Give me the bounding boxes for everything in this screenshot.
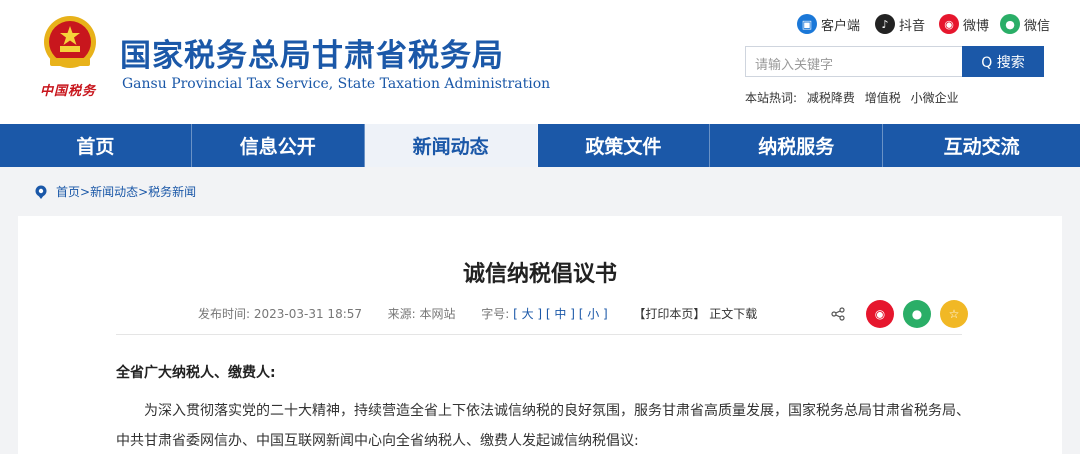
main-nav: 首页 信息公开 新闻动态 政策文件 纳税服务 互动交流 bbox=[0, 124, 1080, 167]
article-paragraph: 为深入贯彻落实党的二十大精神，持续营造全省上下依法诚信纳税的良好氛围，服务甘肃省… bbox=[116, 403, 970, 449]
article-meta: 发布时间: 2023-03-31 18:57 来源: 本网站 字号: [ 大 ]… bbox=[198, 305, 757, 322]
douyin-icon: ♪ bbox=[875, 14, 895, 34]
search-button[interactable]: Q 搜索 bbox=[962, 46, 1044, 77]
font-size-small[interactable]: [ 小 ] bbox=[579, 307, 608, 321]
breadcrumb-home[interactable]: 首页> bbox=[56, 183, 90, 200]
share-bar: ◉ ● ☆ bbox=[831, 300, 968, 328]
font-size-medium[interactable]: [ 中 ] bbox=[546, 307, 575, 321]
search-input[interactable]: 请输入关键字 bbox=[745, 46, 963, 77]
share-weibo-icon[interactable]: ◉ bbox=[866, 300, 894, 328]
wechat-link[interactable]: ● 微信 bbox=[1000, 13, 1050, 35]
article-salutation: 全省广大纳税人、缴费人: bbox=[116, 365, 276, 381]
nav-interaction[interactable]: 互动交流 bbox=[883, 124, 1080, 167]
wechat-icon: ● bbox=[1000, 14, 1020, 34]
nav-policy[interactable]: 政策文件 bbox=[538, 124, 711, 167]
breadcrumb-tax-news[interactable]: 税务新闻 bbox=[148, 183, 196, 200]
hot-word-item[interactable]: 增值税 bbox=[865, 91, 901, 105]
share-icon bbox=[831, 307, 845, 321]
download-link[interactable]: 正文下载 bbox=[709, 307, 757, 321]
publish-date: 2023-03-31 18:57 bbox=[253, 307, 363, 321]
nav-info-disclosure[interactable]: 信息公开 bbox=[192, 124, 365, 167]
weibo-link[interactable]: ◉ 微博 bbox=[939, 13, 989, 35]
hot-word-item[interactable]: 减税降费 bbox=[807, 91, 855, 105]
weibo-label: 微博 bbox=[963, 18, 990, 34]
client-app-icon: ▣ bbox=[797, 14, 817, 34]
breadcrumb: 首页> 新闻动态> 税务新闻 bbox=[34, 183, 196, 200]
client-app-link[interactable]: ▣ 客户端 bbox=[797, 13, 860, 35]
article-card: 诚信纳税倡议书 发布时间: 2023-03-31 18:57 来源: 本网站 字… bbox=[18, 216, 1062, 454]
nav-news[interactable]: 新闻动态 bbox=[364, 124, 538, 167]
print-link[interactable]: 【打印本页】 bbox=[633, 307, 705, 321]
wechat-label: 微信 bbox=[1024, 18, 1051, 34]
nav-tax-service[interactable]: 纳税服务 bbox=[710, 124, 884, 167]
douyin-label: 抖音 bbox=[899, 18, 926, 34]
nav-home[interactable]: 首页 bbox=[0, 124, 192, 167]
emblem-signature: 中国税务 bbox=[40, 84, 97, 99]
font-size-large[interactable]: [ 大 ] bbox=[513, 307, 542, 321]
font-size-label: 字号: bbox=[481, 307, 510, 321]
source-label: 来源: bbox=[387, 307, 416, 321]
location-pin-icon bbox=[35, 185, 47, 199]
divider bbox=[116, 334, 962, 335]
site-subtitle: Gansu Provincial Tax Service, State Taxa… bbox=[122, 76, 551, 92]
douyin-link[interactable]: ♪ 抖音 bbox=[875, 13, 925, 35]
site-title[interactable]: 国家税务总局甘肃省税务局 bbox=[120, 30, 504, 75]
weibo-icon: ◉ bbox=[939, 14, 959, 34]
hot-words-label: 本站热词: bbox=[745, 91, 798, 105]
share-wechat-icon[interactable]: ● bbox=[903, 300, 931, 328]
hot-words: 本站热词: 减税降费 增值税 小微企业 bbox=[745, 89, 965, 106]
hot-word-item[interactable]: 小微企业 bbox=[911, 91, 959, 105]
share-favorite-icon[interactable]: ☆ bbox=[940, 300, 968, 328]
source-value: 本网站 bbox=[419, 307, 456, 321]
site-header: 中国税务 国家税务总局甘肃省税务局 Gansu Provincial Tax S… bbox=[0, 0, 1080, 124]
client-app-label: 客户端 bbox=[821, 18, 861, 34]
date-label: 发布时间: bbox=[198, 307, 251, 321]
breadcrumb-news[interactable]: 新闻动态> bbox=[90, 183, 148, 200]
national-emblem-icon bbox=[44, 16, 96, 68]
article-title: 诚信纳税倡议书 bbox=[462, 262, 617, 287]
